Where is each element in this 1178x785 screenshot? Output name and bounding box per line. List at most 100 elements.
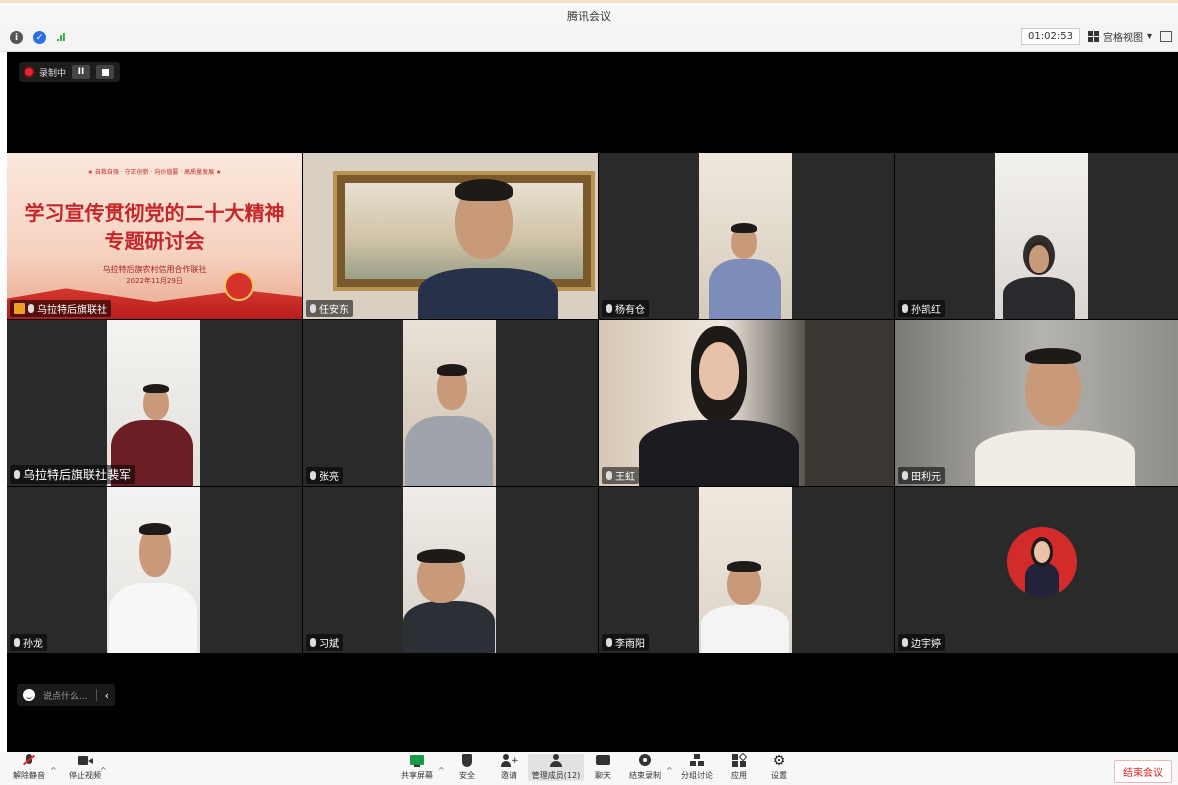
- participant-name-tag: 任安东: [306, 300, 353, 317]
- video-tile[interactable]: 杨有仓: [599, 153, 894, 319]
- title-bar: 腾讯会议: [0, 0, 1178, 24]
- fullscreen-icon[interactable]: [1160, 31, 1172, 42]
- chat-input-bar[interactable]: 说点什么... ‹: [17, 684, 115, 706]
- apps-grid-icon: [731, 752, 748, 768]
- share-screen-button[interactable]: 共享屏幕: [390, 754, 444, 781]
- participant-name: 张亮: [319, 472, 339, 483]
- participant-name-tag: 习斌: [306, 634, 343, 651]
- participant-name-tag: 孙凯红: [898, 300, 945, 317]
- shield-icon: [459, 754, 475, 768]
- participant-name-tag: 张亮: [306, 467, 343, 484]
- audio-options-chevron-icon[interactable]: ^: [50, 766, 57, 775]
- participant-name: 田利元: [911, 472, 941, 483]
- settings-button[interactable]: ⚙ 设置: [752, 754, 806, 781]
- participant-name-tag: 乌拉特后旗联社裴军: [10, 465, 136, 484]
- video-tile[interactable]: 习斌: [303, 487, 598, 653]
- emoji-icon[interactable]: [23, 689, 35, 701]
- share-screen-icon: [409, 754, 425, 768]
- participant-name: 李雨阳: [615, 639, 645, 650]
- video-options-chevron-icon[interactable]: ^: [100, 766, 107, 775]
- participant-name: 任安东: [319, 305, 349, 316]
- mic-icon: [606, 471, 612, 480]
- stop-icon: [101, 68, 109, 76]
- participant-name-tag: 孙龙: [10, 634, 47, 651]
- participant-name: 孙凯红: [911, 305, 941, 316]
- participant-name-tag: 王虹: [602, 467, 639, 484]
- participant-figure: [413, 173, 563, 319]
- mic-icon: [310, 471, 316, 480]
- divider: [95, 689, 97, 701]
- participant-name: 乌拉特后旗联社: [37, 305, 107, 316]
- mic-icon: [902, 638, 908, 647]
- video-tile[interactable]: 田利元: [895, 320, 1178, 486]
- view-mode-label: 宫格视图: [1102, 33, 1143, 44]
- poster-title-line2: 专题研讨会: [104, 229, 205, 253]
- security-shield-icon[interactable]: ✓: [33, 31, 46, 44]
- video-tile[interactable]: 张亮: [303, 320, 598, 486]
- video-stage: 录制中 II ★ 自救自强 · 守正创新 · 向价值要 · 高质量发展 ★ 学习…: [7, 52, 1178, 752]
- recording-label: 录制中: [39, 68, 67, 79]
- unmute-button[interactable]: 解除静音: [2, 754, 56, 781]
- participant-name: 乌拉特后旗联社裴军: [23, 468, 132, 482]
- participant-name-tag: 田利元: [898, 467, 945, 484]
- host-icon: [14, 303, 25, 314]
- participant-name: 杨有仓: [615, 305, 645, 316]
- members-icon: [548, 754, 564, 768]
- mic-icon: [902, 304, 908, 313]
- mic-icon: [14, 638, 20, 647]
- party-emblem-icon: [224, 271, 254, 301]
- recording-dot-icon: [25, 68, 33, 76]
- video-tile[interactable]: 李雨阳: [599, 487, 894, 653]
- meeting-info-icon[interactable]: i: [10, 31, 23, 44]
- mic-icon: [310, 638, 316, 647]
- participant-name-tag: 杨有仓: [602, 300, 649, 317]
- chevron-down-icon: ▾: [1146, 31, 1152, 42]
- chat-input[interactable]: 说点什么...: [43, 689, 88, 702]
- poster-date: 2022年11月29日: [126, 277, 183, 285]
- stop-recording-button[interactable]: [96, 65, 115, 79]
- network-signal-icon[interactable]: .ıl: [56, 31, 66, 44]
- end-recording-button[interactable]: 结束录制: [618, 754, 672, 781]
- end-meeting-button[interactable]: 结束会议: [1114, 760, 1172, 783]
- participant-name: 边宇婷: [911, 639, 941, 650]
- participant-name: 习斌: [319, 639, 339, 650]
- record-icon: [637, 754, 653, 768]
- poster-organization: 乌拉特后旗农村信用合作联社: [102, 265, 207, 274]
- participant-name: 王虹: [615, 472, 635, 483]
- chat-bubble-icon: [595, 754, 611, 768]
- video-camera-icon: [77, 754, 93, 768]
- bottom-toolbar: 解除静音 ^ 停止视频 ^ 共享屏幕 ^ 安全 + 邀请 管理成员(12) 聊天…: [0, 752, 1178, 785]
- add-user-icon: +: [501, 754, 519, 768]
- participant-name-tag: 李雨阳: [602, 634, 649, 651]
- mic-muted-icon: [21, 754, 37, 768]
- mic-icon: [310, 304, 316, 313]
- video-tile[interactable]: ★ 自救自强 · 守正创新 · 向价值要 · 高质量发展 ★ 学习宣传贯彻党的二…: [7, 153, 302, 319]
- participant-name-tag: 乌拉特后旗联社: [10, 300, 111, 317]
- grid-view-icon: [1087, 31, 1099, 42]
- poster-title-line1: 学习宣传贯彻党的二十大精神: [24, 201, 285, 225]
- participant-name: 孙龙: [23, 639, 43, 650]
- breakout-icon: [689, 754, 705, 768]
- pause-recording-button[interactable]: II: [72, 65, 91, 79]
- view-mode-selector[interactable]: 宫格视图 ▾: [1087, 29, 1152, 44]
- collapse-chevron-icon[interactable]: ‹: [105, 689, 109, 702]
- video-tile[interactable]: 王虹: [599, 320, 894, 486]
- window-title: 腾讯会议: [567, 10, 611, 23]
- mic-icon: [28, 304, 34, 313]
- poster-slogan: ★ 自救自强 · 守正创新 · 向价值要 · 高质量发展 ★: [87, 169, 222, 176]
- gear-icon: ⚙: [772, 753, 786, 769]
- video-tile[interactable]: 边宇婷: [895, 487, 1178, 653]
- status-bar: i ✓ .ıl 01:02:53 宫格视图 ▾: [0, 24, 1178, 52]
- participant-name-tag: 边宇婷: [898, 634, 945, 651]
- meeting-timer: 01:02:53: [1021, 28, 1080, 45]
- mic-icon: [606, 638, 612, 647]
- video-tile[interactable]: 孙凯红: [895, 153, 1178, 319]
- video-tile[interactable]: 任安东: [303, 153, 598, 319]
- avatar: [1007, 527, 1077, 597]
- mic-icon: [902, 471, 908, 480]
- mic-icon: [14, 470, 20, 479]
- video-tile[interactable]: 乌拉特后旗联社裴军: [7, 320, 302, 486]
- video-tile[interactable]: 孙龙: [7, 487, 302, 653]
- mic-icon: [606, 304, 612, 313]
- banner-poster: ★ 自救自强 · 守正创新 · 向价值要 · 高质量发展 ★ 学习宣传贯彻党的二…: [7, 153, 302, 319]
